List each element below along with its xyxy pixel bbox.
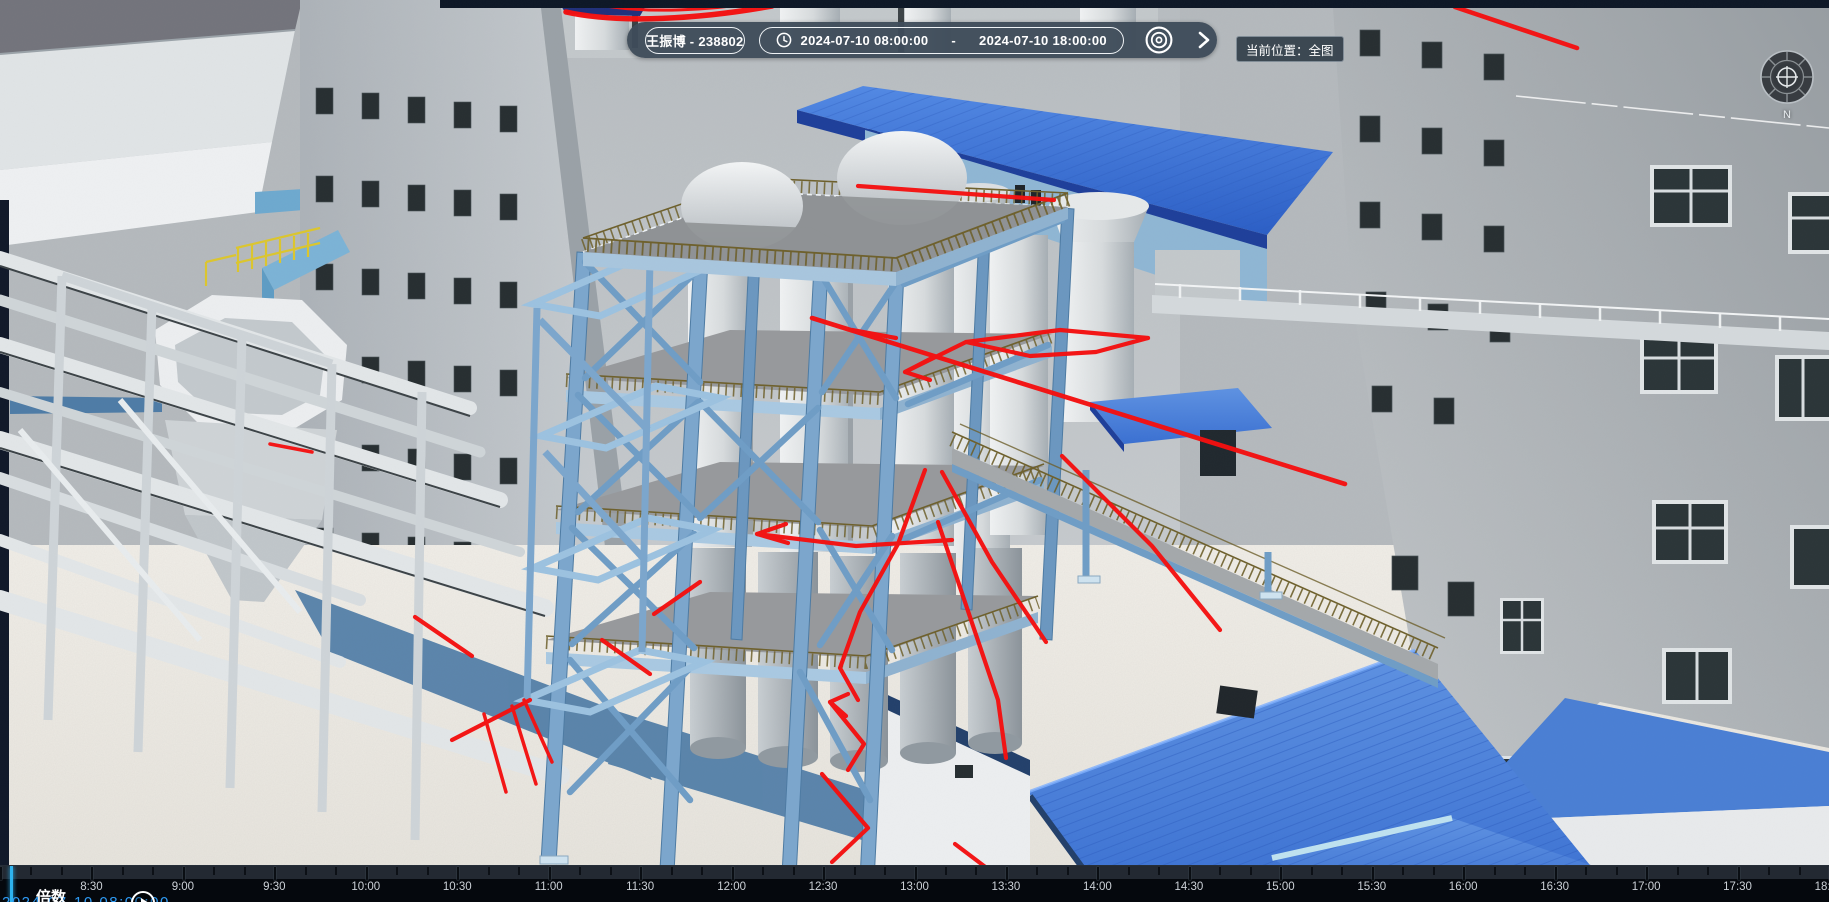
chevron-right-icon [1196, 30, 1212, 50]
compass-gizmo[interactable]: N [1757, 47, 1817, 119]
time-range-separator: - [951, 33, 956, 48]
timeline-bar[interactable]: 8:309:009:3010:0010:3011:0011:3012:0012:… [0, 865, 1829, 902]
locate-target-button[interactable] [1144, 25, 1174, 55]
current-location-label: 当前位置：全图 [1236, 36, 1344, 62]
timeline-playhead[interactable] [10, 866, 13, 902]
current-location-text: 当前位置：全图 [1246, 40, 1334, 59]
scene-grain [0, 0, 1829, 902]
app-window: 王振博 - 238802 2024-07-10 08:00:00 - 2024-… [0, 0, 1829, 902]
person-selector-label: 王振博 - 238802 [646, 31, 744, 50]
time-range-end: 2024-07-10 18:00:00 [979, 33, 1107, 48]
clock-icon [776, 32, 792, 48]
scene-3d-viewport[interactable] [0, 0, 1829, 902]
playback-speed-label[interactable]: 倍数 [36, 886, 66, 902]
top-toolbar: 王振博 - 238802 2024-07-10 08:00:00 - 2024-… [627, 22, 1217, 58]
person-selector[interactable]: 王振博 - 238802 [645, 27, 745, 54]
compass-north-label: N [1757, 109, 1817, 121]
step-forward-button[interactable] [1196, 30, 1212, 50]
locate-target-icon [1144, 25, 1174, 55]
compass-icon [1757, 47, 1817, 107]
time-range-picker[interactable]: 2024-07-10 08:00:00 - 2024-07-10 18:00:0… [759, 27, 1124, 54]
time-range-start: 2024-07-10 08:00:00 [801, 33, 929, 48]
